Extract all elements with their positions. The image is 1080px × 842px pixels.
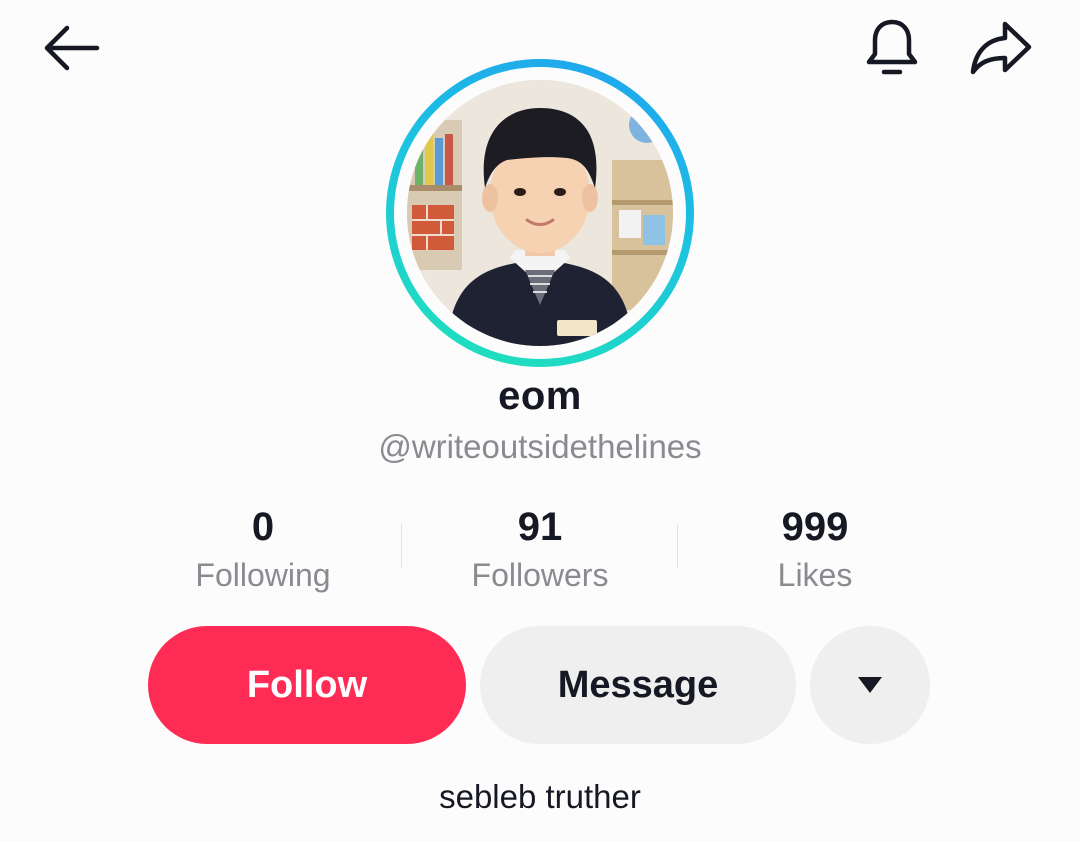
- stat-value: 999: [781, 505, 849, 549]
- notification-bell-button[interactable]: [860, 16, 924, 80]
- stat-label: Likes: [777, 557, 853, 593]
- stat-divider: [401, 524, 402, 568]
- avatar-story-ring[interactable]: [386, 59, 694, 367]
- bell-icon: [866, 19, 918, 75]
- stat-label: Followers: [471, 557, 609, 593]
- profile-bio: sebleb truther: [439, 778, 641, 815]
- arrow-left-icon: [44, 25, 100, 71]
- stat-followers[interactable]: 91 Followers: [410, 503, 670, 597]
- stat-divider: [677, 524, 678, 568]
- share-arrow-icon: [970, 21, 1032, 75]
- avatar: [407, 80, 673, 346]
- profile-page: eom @writeoutsidethelines 0 Following 91…: [0, 0, 1080, 842]
- avatar-image: [407, 80, 673, 346]
- caret-down-icon: [858, 677, 882, 693]
- stat-label: Following: [195, 557, 331, 593]
- stat-value: 91: [517, 505, 563, 549]
- stat-following[interactable]: 0 Following: [133, 503, 393, 597]
- more-options-button[interactable]: [810, 626, 930, 744]
- share-button[interactable]: [966, 16, 1036, 80]
- message-button[interactable]: Message: [480, 626, 796, 744]
- follow-button[interactable]: Follow: [148, 626, 466, 744]
- username: @writeoutsidethelines: [378, 428, 702, 465]
- display-name: eom: [498, 374, 582, 418]
- back-button[interactable]: [38, 20, 104, 76]
- stat-value: 0: [251, 505, 275, 549]
- stat-likes[interactable]: 999 Likes: [685, 503, 945, 597]
